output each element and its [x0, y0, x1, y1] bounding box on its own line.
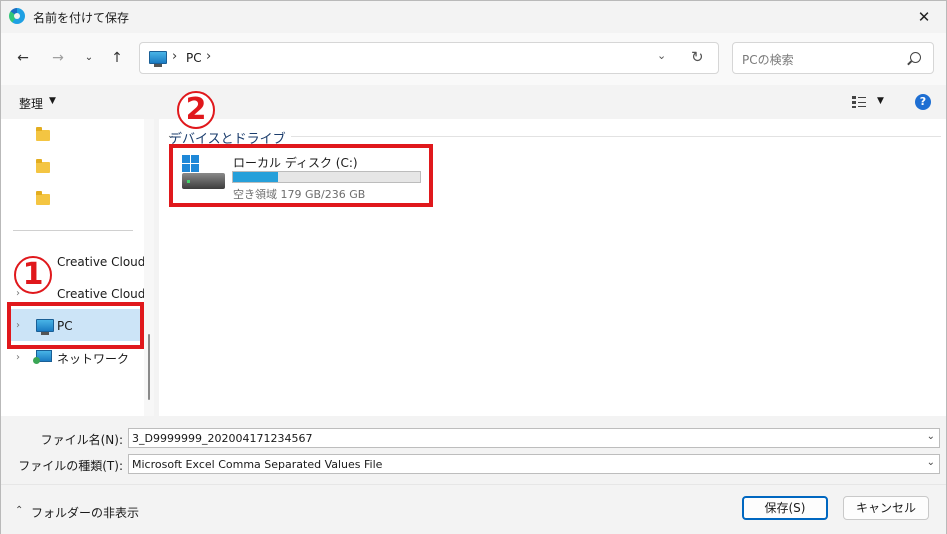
filename-label: ファイル名(N):: [40, 433, 123, 447]
save-as-dialog: 名前を付けて保存 ✕ ← → ⌄ ↑ › PC › ⌄ ↻ PCの検索 整理 ▼…: [0, 0, 947, 534]
nav-item-creative-cloud-2[interactable]: Creative Cloud F: [57, 287, 156, 301]
pc-icon: [149, 51, 167, 67]
chevron-right-icon[interactable]: ›: [16, 352, 20, 363]
arrow-up-icon: ↑: [111, 50, 123, 66]
arrow-right-icon: →: [52, 50, 64, 66]
caret-down-icon[interactable]: ▼: [49, 96, 56, 106]
annotation-box-1: [7, 302, 144, 349]
command-bar: 整理 ▼ ▼ ?: [1, 85, 946, 119]
navigation-bar: ← → ⌄ ↑ › PC › ⌄ ↻ PCの検索: [1, 33, 946, 85]
save-button[interactable]: 保存(S): [742, 496, 828, 520]
breadcrumb-separator-icon[interactable]: ›: [206, 49, 211, 64]
refresh-icon[interactable]: ↻: [691, 48, 704, 66]
arrow-left-icon: ←: [17, 50, 29, 66]
folder-icon[interactable]: [36, 159, 50, 173]
folder-icon[interactable]: [36, 127, 50, 141]
dialog-footer: ⌃ フォルダーの非表示 保存(S) キャンセル: [1, 484, 946, 534]
search-placeholder: PCの検索: [742, 53, 794, 67]
chevron-down-icon: ⌄: [84, 52, 94, 63]
view-options-icon[interactable]: [852, 96, 866, 108]
folder-icon[interactable]: [36, 191, 50, 205]
hide-folders-toggle[interactable]: フォルダーの非表示: [31, 504, 139, 521]
nav-divider: [13, 230, 133, 231]
breadcrumb-separator-icon[interactable]: ›: [172, 49, 177, 64]
close-button[interactable]: ✕: [912, 6, 936, 28]
help-icon[interactable]: ?: [915, 94, 931, 110]
nav-scrollbar-thumb[interactable]: [148, 334, 150, 400]
filetype-value: Microsoft Excel Comma Separated Values F…: [132, 458, 383, 471]
nav-item-network[interactable]: ネットワーク: [57, 350, 129, 367]
title-bar: 名前を付けて保存 ✕: [1, 1, 946, 33]
filename-value: 3_D9999999_202004171234567: [132, 432, 313, 445]
organize-menu[interactable]: 整理: [19, 95, 43, 112]
search-box[interactable]: PCの検索: [732, 42, 934, 74]
back-button[interactable]: ←: [12, 47, 34, 69]
filetype-select[interactable]: Microsoft Excel Comma Separated Values F…: [128, 454, 940, 474]
address-dropdown-icon[interactable]: ⌄: [657, 49, 666, 62]
group-divider: [291, 136, 941, 137]
annotation-marker-2: 2: [177, 91, 215, 129]
dialog-title: 名前を付けて保存: [33, 11, 130, 25]
filename-input[interactable]: 3_D9999999_202004171234567 ⌄: [128, 428, 940, 448]
nav-item-creative-cloud-1[interactable]: Creative Cloud F: [57, 255, 156, 269]
view-caret-icon[interactable]: ▼: [877, 96, 884, 106]
filetype-dropdown-icon[interactable]: ⌄: [927, 457, 935, 468]
address-bar[interactable]: › PC › ⌄ ↻: [139, 42, 719, 74]
cancel-button[interactable]: キャンセル: [843, 496, 929, 520]
forward-button[interactable]: →: [47, 47, 69, 69]
chevron-up-icon[interactable]: ⌃: [15, 505, 23, 516]
search-icon[interactable]: [910, 52, 921, 63]
filetype-label: ファイルの種類(T):: [18, 459, 123, 473]
file-form: ファイル名(N): 3_D9999999_202004171234567 ⌄ フ…: [1, 416, 946, 484]
network-icon: [33, 350, 52, 364]
filename-dropdown-icon[interactable]: ⌄: [927, 431, 935, 442]
chevron-right-icon[interactable]: ›: [16, 288, 20, 299]
breadcrumb-pc[interactable]: PC: [186, 51, 202, 65]
annotation-marker-1: 1: [14, 256, 52, 294]
edge-browser-icon: [9, 8, 25, 24]
recent-locations-button[interactable]: ⌄: [78, 47, 100, 69]
up-button[interactable]: ↑: [106, 47, 128, 69]
annotation-box-2: [169, 144, 433, 207]
